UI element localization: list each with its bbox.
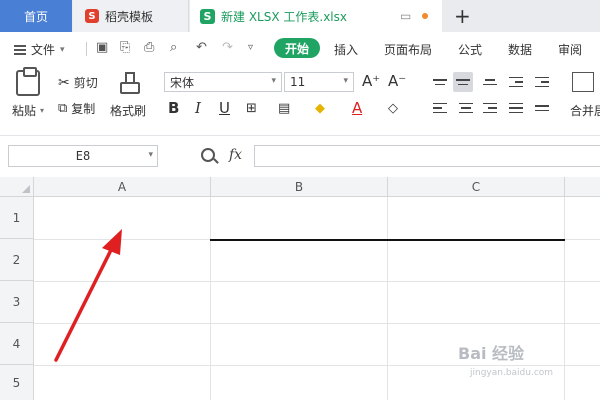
- watermark-url: jingyan.baidu.com: [470, 368, 554, 378]
- watermark-logo: Bai 经验: [458, 344, 525, 363]
